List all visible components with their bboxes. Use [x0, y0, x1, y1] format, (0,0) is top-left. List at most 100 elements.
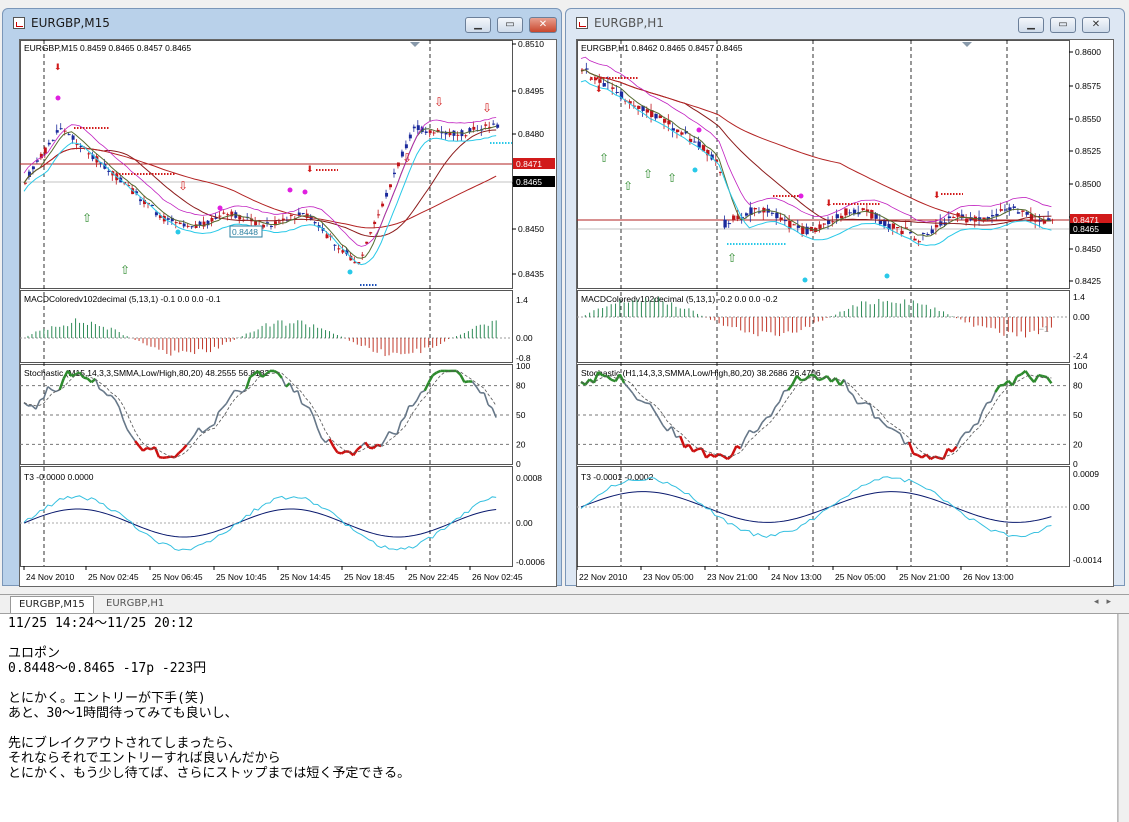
time-axis-label: 26 Nov 02:45	[472, 572, 523, 582]
candle-body	[174, 222, 178, 224]
candle-body	[585, 68, 589, 70]
stochastic-main-segment	[213, 411, 220, 425]
stochastic-scale-label: 0	[1073, 459, 1078, 469]
price-tick-label: 0.8575	[1075, 81, 1101, 91]
stochastic-main-segment	[838, 378, 846, 387]
maximize-button[interactable]: ▭	[1050, 17, 1076, 33]
moving-average-line	[23, 129, 497, 238]
sell-arrow-icon: ⬇	[595, 84, 603, 94]
stochastic-main-segment	[297, 390, 303, 404]
stochastic-main-segment	[770, 406, 776, 417]
candle-body	[792, 224, 796, 226]
stochastic-label: Stochastic (M15,14,3,3,SMMA,Low/High,80,…	[24, 368, 270, 378]
stochastic-main-segment	[114, 399, 120, 408]
stochastic-main-segment	[1042, 374, 1048, 379]
stochastic-main-segment	[662, 424, 668, 432]
minimize-button[interactable]: ▁	[465, 17, 491, 33]
buy-arrow-icon: ⇧	[599, 151, 609, 165]
stochastic-main-segment	[229, 390, 235, 398]
stochastic-main-segment	[276, 372, 283, 379]
notes-scrollbar[interactable]	[1118, 614, 1129, 822]
price-tick-label: 0.8600	[1075, 47, 1101, 57]
candle-body	[732, 215, 736, 220]
stochastic-main-segment	[189, 434, 196, 441]
stochastic-main-segment	[1016, 373, 1022, 378]
stochastic-main-segment	[636, 398, 642, 402]
window-title: EURGBP,M15	[31, 16, 110, 30]
stochastic-main-segment	[384, 431, 390, 440]
chart-window-m15[interactable]: EURGBP,M15 ▁ ▭ ✕ EURGBP,M15 0.8459 0.846…	[2, 8, 562, 587]
candle-body	[393, 172, 396, 175]
close-button[interactable]: ✕	[529, 17, 557, 33]
t3-scale-label: 0.0009	[1073, 469, 1099, 479]
tab-eurgbp-h1[interactable]: EURGBP,H1	[98, 596, 172, 612]
tab-scroll-arrows-icon[interactable]: ◂▸	[1094, 597, 1119, 607]
candle-body	[107, 170, 111, 172]
time-axis-label: 25 Nov 22:45	[408, 572, 459, 582]
candle-body	[723, 219, 727, 228]
chart-shift-marker-icon	[410, 42, 420, 47]
stochastic-scale-label: 20	[1073, 439, 1083, 449]
candle-body	[496, 124, 500, 128]
candle-body	[385, 192, 389, 197]
candle-body	[611, 87, 615, 89]
price-tick-label: 0.8450	[1075, 244, 1101, 254]
chart-svg-h1: EURGBP,H1 0.8462 0.8465 0.8457 0.8465 MAC…	[577, 40, 1112, 582]
signal-dot	[302, 189, 308, 195]
stochastic-main-segment	[305, 405, 311, 409]
stochastic-main-segment	[400, 416, 406, 423]
close-button[interactable]: ✕	[1082, 17, 1110, 33]
macd-label: MACDColoredv102decimal (5,13,1) -0.1 0.0…	[24, 294, 221, 304]
stochastic-scale-label: 50	[516, 410, 526, 420]
tab-eurgbp-m15[interactable]: EURGBP,M15	[10, 596, 94, 613]
note-line	[8, 721, 1109, 736]
stochastic-main-segment	[692, 448, 699, 453]
stochastic-main-segment	[705, 453, 712, 459]
chart-window-icon	[13, 17, 25, 29]
candle-body	[464, 135, 468, 137]
candle-body	[779, 217, 783, 220]
minimize-button[interactable]: ▁	[1018, 17, 1044, 33]
time-axis-label: 25 Nov 05:00	[835, 572, 886, 582]
candle-body	[416, 125, 420, 131]
stochastic-main-segment	[475, 386, 481, 394]
note-line: とにかく、もう少し待てば、さらにストップまでは短く予定できる。	[8, 766, 411, 781]
candle-body	[645, 109, 650, 113]
candle-body	[891, 223, 896, 229]
candle-body	[67, 134, 71, 136]
candle-body	[878, 220, 883, 225]
maximize-button[interactable]: ▭	[497, 17, 523, 33]
stochastic-main-segment	[210, 423, 215, 428]
stochastic-main-segment	[641, 400, 647, 404]
stochastic-main-segment	[47, 386, 53, 391]
time-axis-label: 23 Nov 05:00	[643, 572, 694, 582]
titlebar-m15[interactable]: EURGBP,M15 ▁ ▭ ✕	[3, 9, 561, 37]
candle-body	[848, 212, 852, 214]
chart-area-m15[interactable]: EURGBP,M15 0.8459 0.8465 0.8457 0.8465 MA…	[19, 39, 557, 587]
time-axis-label: 24 Nov 2010	[26, 572, 74, 582]
candle-body	[753, 208, 757, 210]
stochastic-main-segment	[134, 440, 141, 447]
price-tick-label: 0.8425	[1075, 276, 1101, 286]
candle-body	[818, 224, 822, 229]
notes-text-area[interactable]: 11/25 14:24〜11/25 20:12 ユロポン 0.8448〜0.846…	[0, 614, 1118, 822]
stochastic-main-segment	[951, 445, 958, 453]
candle-body	[921, 233, 926, 235]
candle-body	[254, 221, 258, 226]
chart-tab-bar: EURGBP,M15 EURGBP,H1 ◂▸	[0, 594, 1129, 614]
stochastic-main-segment	[102, 390, 108, 396]
candle-body	[896, 227, 900, 229]
stochastic-main-segment	[925, 453, 932, 460]
signal-dot	[347, 269, 353, 275]
chart-window-h1[interactable]: EURGBP,H1 ▁ ▭ ✕ EURGBP,H1 0.8462 0.8465 …	[565, 8, 1125, 587]
titlebar-h1[interactable]: EURGBP,H1 ▁ ▭ ✕	[566, 9, 1124, 37]
time-axis-label: 25 Nov 14:45	[280, 572, 331, 582]
stochastic-main-segment	[748, 429, 755, 434]
stochastic-main-segment	[700, 447, 708, 459]
stochastic-main-segment	[968, 424, 975, 433]
stochastic-main-segment	[882, 422, 888, 428]
stochastic-main-segment	[43, 386, 49, 399]
chart-area-h1[interactable]: EURGBP,H1 0.8462 0.8465 0.8457 0.8465 MAC…	[576, 39, 1114, 587]
resistance-step-line	[580, 56, 1052, 223]
candle-body	[369, 232, 373, 234]
